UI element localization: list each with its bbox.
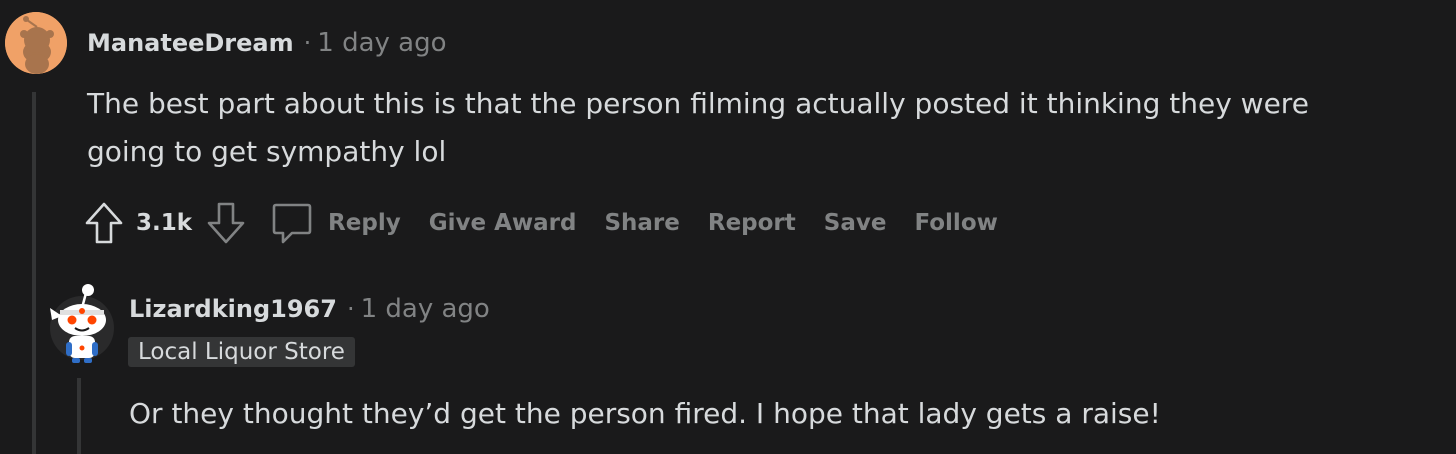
meta-separator: · <box>303 29 312 57</box>
comment-meta: ManateeDream · 1 day ago <box>87 28 447 58</box>
comment-actions: 3.1k Reply Give Award Share Report Save … <box>84 200 1026 246</box>
timestamp[interactable]: 1 day ago <box>361 294 490 324</box>
thread-line-root[interactable] <box>32 92 36 454</box>
save-button[interactable]: Save <box>824 210 887 236</box>
timestamp[interactable]: 1 day ago <box>317 28 446 58</box>
comment-body-line: Or they thought they’d get the person fi… <box>129 397 1161 430</box>
comment-body-line: going to get sympathy lol <box>87 135 447 168</box>
report-button[interactable]: Report <box>708 210 796 236</box>
comment-bubble-icon[interactable] <box>270 201 314 245</box>
thread-line-reply[interactable] <box>77 378 81 454</box>
meta-separator: · <box>346 295 355 323</box>
share-button[interactable]: Share <box>604 210 679 236</box>
snoo-avatar-orange-icon[interactable] <box>5 12 67 74</box>
snoo-avatar-dark-icon[interactable] <box>42 278 120 364</box>
comment-body-line: The best part about this is that the per… <box>87 87 1309 120</box>
follow-button[interactable]: Follow <box>914 210 997 236</box>
downvote-icon[interactable] <box>206 201 246 245</box>
vote-count: 3.1k <box>136 210 193 236</box>
comment-meta: Lizardking1967 · 1 day ago <box>129 294 490 324</box>
username[interactable]: ManateeDream <box>87 29 294 57</box>
give-award-button[interactable]: Give Award <box>429 210 577 236</box>
upvote-icon[interactable] <box>84 201 124 245</box>
comment-body: The best part about this is that the per… <box>87 80 1427 176</box>
user-flair: Local Liquor Store <box>128 337 355 367</box>
comment-body: Or they thought they’d get the person fi… <box>129 390 1429 438</box>
username[interactable]: Lizardking1967 <box>129 295 337 323</box>
reply-button[interactable]: Reply <box>328 210 401 236</box>
